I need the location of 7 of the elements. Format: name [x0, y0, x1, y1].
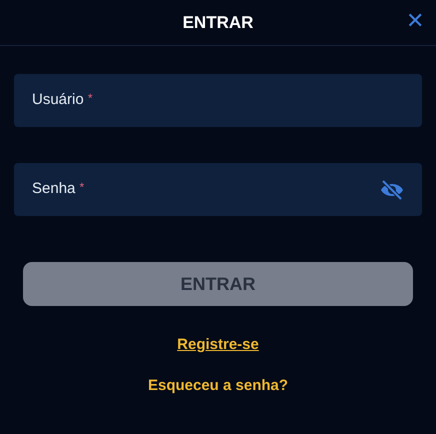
close-button[interactable]: ✕: [402, 10, 428, 32]
register-link[interactable]: Registre-se: [177, 334, 259, 356]
dialog-title: ENTRAR: [182, 12, 254, 34]
password-field[interactable]: Senha *: [14, 163, 422, 216]
username-field[interactable]: Usuário *: [14, 74, 422, 127]
eye-slash-icon[interactable]: [380, 180, 404, 200]
forgot-password-link[interactable]: Esqueceu a senha?: [148, 374, 288, 397]
